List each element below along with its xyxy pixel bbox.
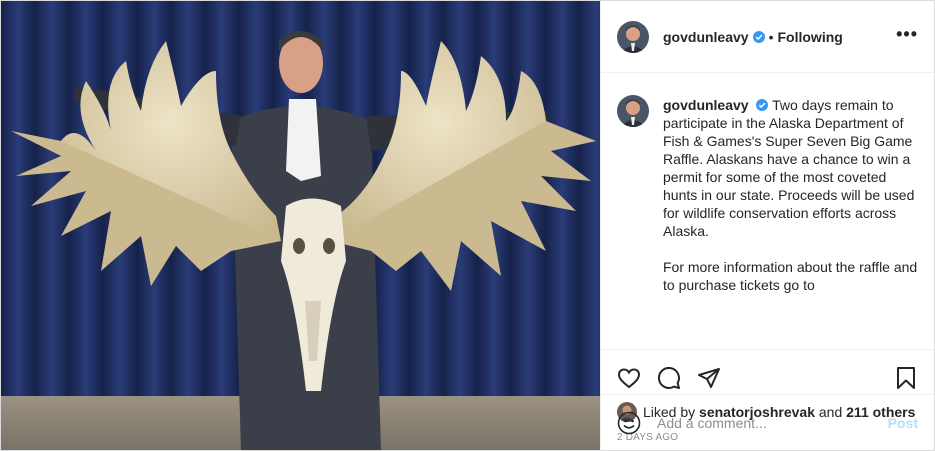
photo-moose-antlers: [1, 1, 600, 450]
caption-author-avatar[interactable]: [617, 95, 649, 127]
instagram-post-modal: govdunleavy • Following ••• govdunleavy …: [0, 0, 935, 451]
post-header: govdunleavy • Following •••: [601, 1, 934, 73]
smiley-icon[interactable]: [617, 411, 641, 435]
author-username[interactable]: govdunleavy: [663, 29, 749, 45]
heart-icon[interactable]: [617, 366, 641, 390]
add-comment-bar: Post: [601, 394, 934, 450]
paper-plane-icon[interactable]: [697, 366, 721, 390]
post-caption: govdunleavy Two days remain to participa…: [663, 89, 918, 349]
comment-input[interactable]: [657, 414, 888, 431]
following-button[interactable]: Following: [778, 29, 843, 45]
separator-dot: •: [768, 28, 774, 45]
caption-area: govdunleavy Two days remain to participa…: [601, 73, 934, 349]
verified-badge-icon: [756, 99, 769, 111]
post-sidebar: govdunleavy • Following ••• govdunleavy …: [600, 1, 934, 450]
caption-paragraph-2: For more information about the raffle an…: [663, 259, 918, 293]
caption-text: Two days remain to participate in the Al…: [663, 97, 915, 239]
action-icons-row: [617, 358, 918, 398]
post-photo[interactable]: [1, 1, 600, 450]
post-comment-button[interactable]: Post: [888, 415, 918, 431]
author-avatar[interactable]: [617, 20, 649, 53]
caption-username[interactable]: govdunleavy: [663, 97, 749, 113]
more-options-icon[interactable]: •••: [896, 25, 918, 45]
caption-paragraph: govdunleavy Two days remain to participa…: [663, 96, 918, 240]
bookmark-icon[interactable]: [894, 366, 918, 390]
avatar-image: [617, 20, 649, 53]
comment-bubble-icon[interactable]: [657, 366, 681, 390]
verified-badge-icon: [752, 30, 765, 43]
avatar-image: [617, 95, 649, 127]
